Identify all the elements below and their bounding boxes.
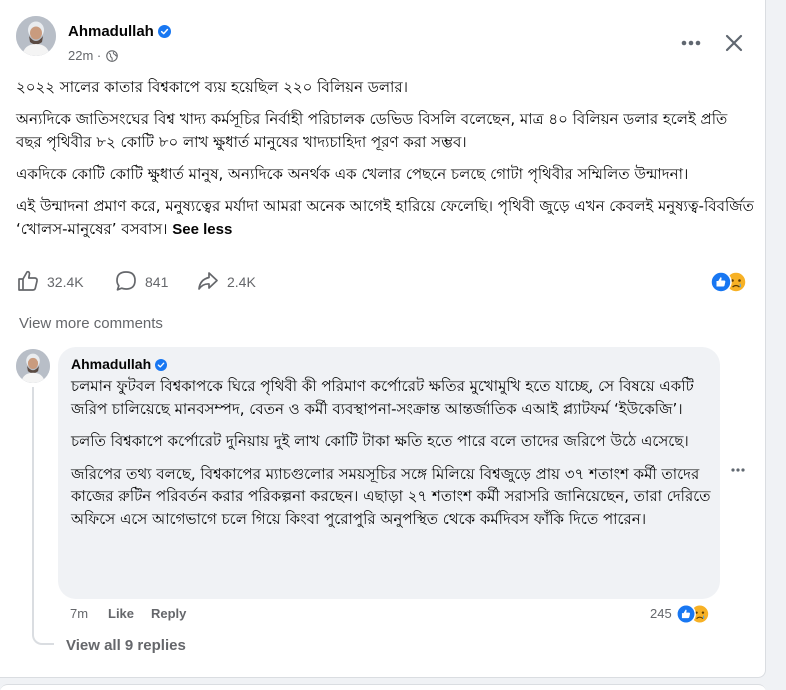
comment-paragraph: চলমান ফুটবল বিশ্বকাপকে ঘিরে পৃথিবী কী পর… xyxy=(71,377,694,418)
comment-timestamp[interactable]: 7m xyxy=(70,606,88,621)
commenter-avatar[interactable] xyxy=(16,349,50,383)
like-count-button[interactable]: 32.4K xyxy=(16,268,84,296)
comment-paragraph: চলতি বিশ্বকাপে কর্পোরেট দুনিয়ায় দুই লা… xyxy=(71,432,689,450)
post-header: Ahmadullah 22m · xyxy=(16,16,756,63)
verified-badge-icon xyxy=(157,25,171,42)
post-body: ২০২২ সালের কাতার বিশ্বকাপে ব্যয় হয়েছিল… xyxy=(16,76,756,250)
author-avatar[interactable] xyxy=(16,16,56,56)
like-reaction-icon xyxy=(676,604,696,624)
like-icon xyxy=(16,269,40,296)
comment-count-button[interactable]: 841 xyxy=(114,268,168,296)
post-stats: 32.4K 841 2.4K xyxy=(16,268,756,296)
post-paragraph-last: এই উন্মাদনা প্রমাণ করে, মনুষ্যত্বের মর্য… xyxy=(16,195,756,241)
share-count: 2.4K xyxy=(227,274,256,290)
post-paragraph: ২০২২ সালের কাতার বিশ্বকাপে ব্যয় হয়েছিল… xyxy=(16,78,408,96)
comment-bubble: Ahmadullah চলমান ফুটবল বিশ্বকাপকে ঘিরে প… xyxy=(58,347,720,599)
author-name[interactable]: Ahmadullah xyxy=(68,23,171,42)
commenter-name[interactable]: Ahmadullah xyxy=(71,356,168,374)
post-paragraph: অন্যদিকে জাতিসংঘের বিশ্ব খাদ্য কর্মসূচির… xyxy=(16,110,728,151)
post-meta: 22m · xyxy=(68,48,118,65)
comment-count: 841 xyxy=(145,274,169,290)
comment-paragraph: জরিপের তথ্য বলছে, বিশ্বকাপের ম্যাচগুলোর … xyxy=(71,464,711,528)
share-icon xyxy=(196,269,220,296)
like-reaction-icon xyxy=(710,271,732,293)
next-post-card-edge xyxy=(0,684,766,690)
comment-reaction-count: 245 xyxy=(650,606,672,621)
view-all-replies-link[interactable]: View all 9 replies xyxy=(66,637,186,654)
close-icon[interactable] xyxy=(719,28,749,58)
view-more-comments-link[interactable]: View more comments xyxy=(19,315,163,332)
post-reactions[interactable] xyxy=(710,271,756,293)
comment-text: চলমান ফুটবল বিশ্বকাপকে ঘিরে পৃথিবী কী পর… xyxy=(71,375,715,540)
verified-badge-icon xyxy=(155,358,168,374)
post-card: Ahmadullah 22m · ২০২২ সালের কাতার বিশ্বক… xyxy=(0,0,766,678)
comment-icon xyxy=(114,269,138,296)
post-paragraph-text: এই উন্মাদনা প্রমাণ করে, মনুষ্যত্বের মর্য… xyxy=(16,197,754,238)
share-count-button[interactable]: 2.4K xyxy=(196,268,256,296)
post-paragraph: একদিকে কোটি কোটি ক্ষুধার্ত মানুষ, অন্যদি… xyxy=(16,165,689,183)
post-timestamp[interactable]: 22m xyxy=(68,48,93,63)
more-options-icon[interactable] xyxy=(676,28,706,58)
author-name-text[interactable]: Ahmadullah xyxy=(68,23,154,40)
see-less-link[interactable]: See less xyxy=(172,221,232,238)
comment-more-options-icon[interactable] xyxy=(728,460,748,480)
comment-reply-button[interactable]: Reply xyxy=(151,606,186,621)
comment-like-button[interactable]: Like xyxy=(108,606,134,621)
like-count: 32.4K xyxy=(47,274,84,290)
commenter-name-text[interactable]: Ahmadullah xyxy=(71,356,151,372)
comment-reactions[interactable]: 245 xyxy=(650,603,720,625)
reply-thread-line xyxy=(32,387,54,645)
globe-icon xyxy=(106,50,118,65)
